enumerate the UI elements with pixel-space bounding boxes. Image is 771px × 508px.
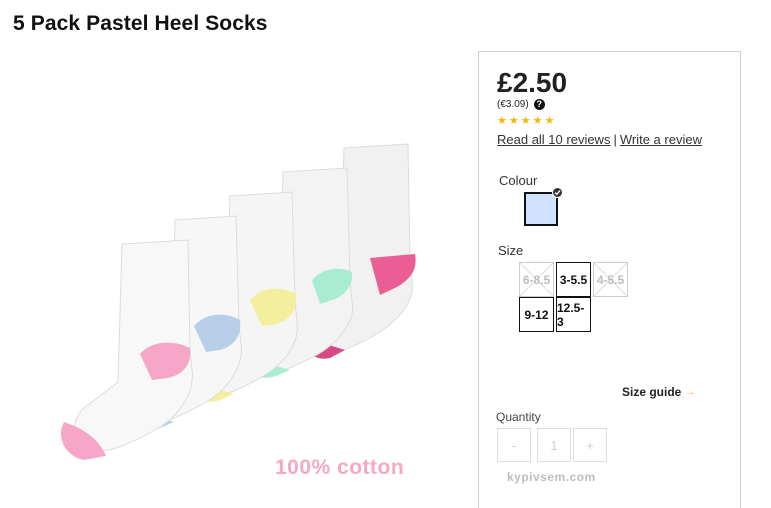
reviews-separator: | bbox=[613, 132, 617, 147]
price-euro-row: (€3.09) ? bbox=[497, 99, 545, 110]
star-icon: ★ bbox=[544, 115, 555, 127]
star-icon: ★ bbox=[497, 115, 507, 127]
check-icon bbox=[552, 187, 563, 198]
size-option-label: 6-8.5 bbox=[522, 272, 551, 287]
quantity-label: Quantity bbox=[496, 410, 541, 424]
size-option-label: 9-12 bbox=[524, 307, 549, 322]
product-title: 5 Pack Pastel Heel Socks bbox=[13, 12, 268, 35]
price-euro: (€3.09) bbox=[497, 99, 529, 110]
size-option-label: 4-5.5 bbox=[596, 272, 625, 287]
size-option-4-5-5[interactable]: 4-5.5 bbox=[593, 262, 628, 297]
colour-label: Colour bbox=[499, 173, 538, 188]
watermark: kypivsem.com bbox=[507, 470, 596, 484]
image-caption: 100% cotton bbox=[275, 456, 405, 479]
size-option-3-5-5[interactable]: 3-5.5 bbox=[556, 262, 591, 297]
size-option-label: 12.5-3 bbox=[557, 300, 585, 329]
rating-stars: ★ ★ ★ ★ ★ bbox=[497, 115, 554, 127]
reviews-row: Read all 10 reviews | Write a review bbox=[497, 132, 702, 147]
question-circle-icon[interactable]: ? bbox=[533, 99, 545, 110]
size-option-label: 3-5.5 bbox=[559, 272, 588, 287]
arrow-right-icon: → bbox=[685, 386, 696, 398]
colour-swatch-blue[interactable] bbox=[524, 192, 558, 226]
size-guide-label: Size guide bbox=[622, 385, 682, 399]
size-option-6-8-5[interactable]: 6-8.5 bbox=[519, 262, 554, 297]
quantity-input[interactable]: 1 bbox=[537, 428, 571, 462]
size-guide-link[interactable]: Size guide → bbox=[622, 385, 695, 399]
size-label: Size bbox=[498, 243, 524, 258]
quantity-increment-button[interactable]: + bbox=[573, 428, 607, 462]
product-image bbox=[60, 143, 416, 460]
quantity-decrement-button[interactable]: - bbox=[497, 428, 531, 462]
star-icon: ★ bbox=[532, 115, 543, 127]
star-icon: ★ bbox=[508, 115, 519, 127]
size-option-9-12[interactable]: 9-12 bbox=[519, 297, 554, 332]
product-purchase-panel: £2.50 (€3.09) ? ★ ★ ★ ★ ★ Read all 10 re… bbox=[478, 51, 741, 508]
star-icon: ★ bbox=[520, 115, 531, 127]
read-reviews-link[interactable]: Read all 10 reviews bbox=[497, 132, 610, 147]
write-review-link[interactable]: Write a review bbox=[620, 132, 702, 147]
size-option-12-5-3[interactable]: 12.5-3 bbox=[556, 297, 591, 332]
price: £2.50 bbox=[497, 67, 568, 98]
sock-1 bbox=[60, 239, 193, 460]
